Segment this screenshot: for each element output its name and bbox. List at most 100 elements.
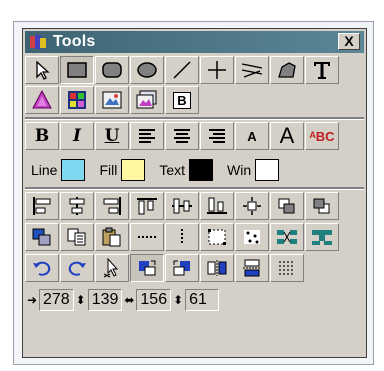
send-backward-button[interactable] <box>305 192 339 220</box>
rotate-left-button[interactable] <box>165 254 199 282</box>
pattern-corners-button[interactable] <box>200 223 234 251</box>
alignment-row <box>25 192 364 220</box>
text-object-button[interactable]: B <box>165 86 199 114</box>
freehand-line-icon <box>241 63 263 78</box>
pointer-icon <box>36 60 50 80</box>
picture-button[interactable] <box>95 86 129 114</box>
color-settings-row: Line Fill Text Win <box>25 155 364 185</box>
text-tool-button[interactable] <box>305 56 339 84</box>
redo-button[interactable] <box>60 254 94 282</box>
align-right-icon <box>209 129 225 143</box>
align-objects-top-icon <box>137 198 157 215</box>
window-title: Tools <box>53 33 96 50</box>
reshape-pointer-button[interactable] <box>95 254 129 282</box>
height-value[interactable]: 61 <box>185 289 220 311</box>
pointer-tool-button[interactable] <box>25 56 59 84</box>
picture-group-button[interactable] <box>130 86 164 114</box>
align-objects-right-icon <box>103 197 121 215</box>
line-icon <box>173 61 191 79</box>
dotted-line-button[interactable] <box>130 223 164 251</box>
align-objects-top-button[interactable] <box>130 192 164 220</box>
line-color-swatch[interactable] <box>61 159 86 181</box>
close-button[interactable]: X <box>338 33 360 50</box>
redo-icon <box>68 261 86 276</box>
rounded-rectangle-tool-button[interactable] <box>95 56 129 84</box>
ellipse-tool-button[interactable] <box>130 56 164 84</box>
align-objects-middle-button[interactable] <box>165 192 199 220</box>
font-larger-button[interactable]: A <box>270 122 304 150</box>
align-right-button[interactable] <box>200 122 234 150</box>
separator <box>25 187 364 190</box>
align-objects-right-button[interactable] <box>95 192 129 220</box>
grid-button[interactable] <box>270 254 304 282</box>
width-value[interactable]: 156 <box>136 289 172 311</box>
rectangle-tool-button[interactable] <box>60 56 94 84</box>
connector-button[interactable] <box>270 223 304 251</box>
object-tools-row: B <box>25 86 364 114</box>
change-case-button[interactable]: ᴬBC <box>305 122 339 150</box>
grid-icon <box>279 261 293 275</box>
color-grid-button[interactable] <box>60 86 94 114</box>
drawing-tools-row <box>25 56 364 84</box>
align-center-button[interactable] <box>165 122 199 150</box>
bring-forward-icon <box>278 198 295 214</box>
color-wheel-button[interactable] <box>25 86 59 114</box>
copy-button[interactable] <box>60 223 94 251</box>
window-color-swatch[interactable] <box>255 159 280 181</box>
align-objects-bottom-button[interactable] <box>200 192 234 220</box>
line-tool-button[interactable] <box>165 56 199 84</box>
align-left-button[interactable] <box>130 122 164 150</box>
rotate-left-icon <box>173 260 190 276</box>
text-format-row: B I U A A ᴬBC <box>25 122 364 150</box>
crosshair-tool-button[interactable] <box>200 56 234 84</box>
freehand-line-tool-button[interactable] <box>235 56 269 84</box>
flip-horizontal-icon <box>207 260 227 276</box>
underline-button[interactable]: U <box>95 122 129 150</box>
paste-button[interactable] <box>95 223 129 251</box>
font-smaller-icon: A <box>247 128 257 144</box>
coordinates-row: ➜ 278 ⬍ 139 ⬌ 156 ⬍ 61 <box>25 287 364 313</box>
y-value[interactable]: 139 <box>87 289 123 311</box>
flip-horizontal-button[interactable] <box>200 254 234 282</box>
align-objects-left-button[interactable] <box>25 192 59 220</box>
align-objects-center-button[interactable] <box>60 192 94 220</box>
fill-color-swatch[interactable] <box>121 159 146 181</box>
connector-alt-button[interactable] <box>305 223 339 251</box>
pattern-dots-button[interactable] <box>235 223 269 251</box>
center-on-page-button[interactable] <box>235 192 269 220</box>
italic-button[interactable]: I <box>60 122 94 150</box>
align-center-icon <box>174 129 190 143</box>
separator <box>25 117 364 120</box>
dotted-line-icon <box>138 236 156 238</box>
window-color-label: Win <box>227 162 252 178</box>
screenshot-frame: Tools X B B I U A A ᴬBC Line Fill Text W… <box>13 21 374 365</box>
pattern-dots-icon <box>244 230 260 244</box>
bold-label: B <box>34 126 50 146</box>
connector-icon <box>277 230 297 244</box>
polygon-icon <box>278 62 296 78</box>
y-arrow-icon: ⬍ <box>75 293 86 307</box>
rotate-right-button[interactable] <box>130 254 164 282</box>
title-bar[interactable]: Tools X <box>25 31 364 53</box>
polygon-tool-button[interactable] <box>270 56 304 84</box>
align-objects-left-icon <box>33 197 51 215</box>
undo-button[interactable] <box>25 254 59 282</box>
send-backward-icon <box>313 198 330 214</box>
transform-row <box>25 254 364 282</box>
height-coordinate: ⬍ 61 <box>171 289 220 311</box>
flip-vertical-button[interactable] <box>235 254 269 282</box>
rectangle-icon <box>67 62 87 78</box>
text-color-swatch[interactable] <box>189 159 214 181</box>
height-arrow-icon: ⬍ <box>173 293 184 307</box>
bring-forward-button[interactable] <box>270 192 304 220</box>
vertical-dotted-line-button[interactable] <box>165 223 199 251</box>
line-color-label: Line <box>31 162 58 178</box>
center-on-page-icon <box>243 197 261 215</box>
group-button[interactable] <box>25 223 59 251</box>
bold-button[interactable]: B <box>25 122 59 150</box>
change-case-icon: ᴬBC <box>309 128 335 144</box>
font-smaller-button[interactable]: A <box>235 122 269 150</box>
x-value[interactable]: 278 <box>39 289 74 311</box>
undo-icon <box>33 261 51 276</box>
flip-vertical-icon <box>243 259 261 277</box>
